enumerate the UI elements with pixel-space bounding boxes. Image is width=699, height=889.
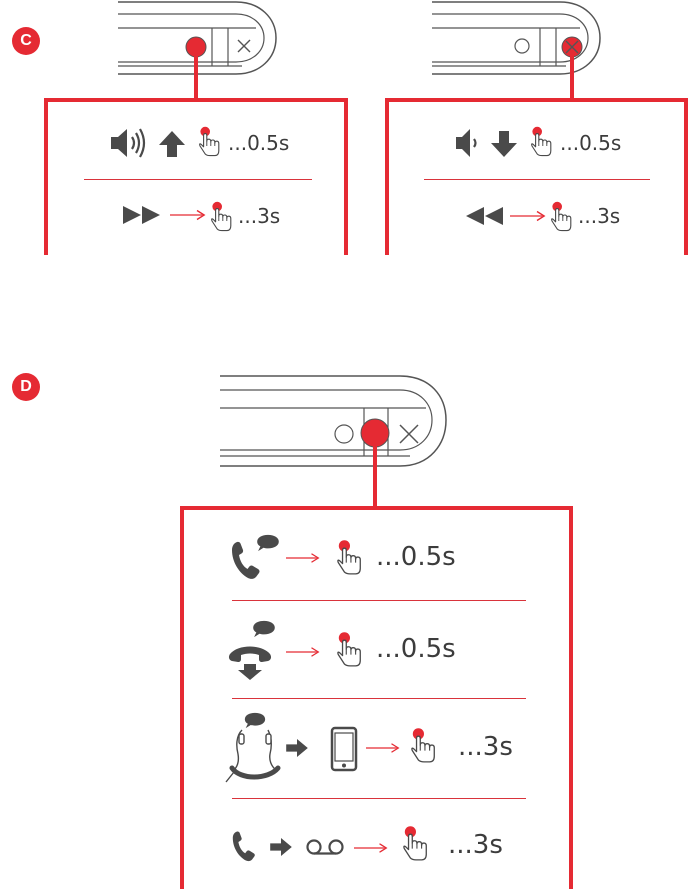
- callout-connector: [373, 444, 377, 508]
- row-divider: [424, 179, 650, 180]
- duration-label: ...0.5s: [376, 634, 456, 664]
- red-arrow-icon: [170, 209, 205, 221]
- hang-up-icon: [228, 620, 275, 680]
- gray-arrow-icon: [286, 739, 308, 757]
- red-arrow-icon: [510, 210, 545, 222]
- callout-box-top: [385, 98, 688, 102]
- gray-arrow-icon: [270, 838, 292, 856]
- duration-label: ...3s: [578, 204, 621, 228]
- red-arrow-icon: [286, 647, 320, 657]
- callout-connector: [570, 56, 574, 102]
- device-illustration-volume-up: [118, 1, 277, 75]
- callout-box-right: [569, 506, 573, 889]
- duration-label: ...3s: [458, 732, 513, 762]
- rewind-icon: [466, 207, 503, 225]
- press-hand-icon: [337, 631, 361, 667]
- volume-down-icon: [456, 129, 477, 157]
- duration-label: ...3s: [448, 830, 503, 860]
- phone-icon: [330, 726, 358, 772]
- neckband-headset-icon: [225, 712, 281, 783]
- callout-box-left: [44, 98, 48, 255]
- red-arrow-icon: [354, 843, 388, 853]
- press-hand-icon: [199, 126, 220, 157]
- incoming-call-icon: [232, 534, 279, 579]
- callout-box-right: [684, 98, 688, 255]
- red-arrow-icon: [366, 743, 400, 753]
- device-illustration-multifunction: [220, 375, 447, 467]
- row-divider: [232, 798, 526, 799]
- hold-hand-icon: [211, 201, 232, 232]
- device-illustration-volume-down: [432, 1, 601, 75]
- callout-connector: [194, 56, 198, 102]
- row-divider: [232, 600, 526, 601]
- callout-box-top: [44, 98, 348, 102]
- callout-box-right: [344, 98, 348, 255]
- arrow-up-icon: [159, 131, 185, 157]
- press-hand-icon: [337, 539, 361, 575]
- duration-label: ...0.5s: [376, 542, 456, 572]
- callout-box-left: [180, 506, 184, 889]
- section-d-badge: D: [12, 373, 40, 401]
- red-arrow-icon: [286, 553, 320, 563]
- volume-up-icon: [111, 128, 146, 158]
- row-divider: [84, 179, 312, 180]
- handset-icon: [232, 831, 255, 862]
- voicemail-icon: [306, 839, 344, 855]
- duration-label: ...0.5s: [228, 131, 290, 155]
- callout-box-left: [385, 98, 389, 255]
- callout-box-top: [180, 506, 573, 510]
- row-divider: [232, 698, 526, 699]
- fast-forward-icon: [123, 206, 160, 224]
- arrow-down-icon: [491, 131, 517, 157]
- hold-hand-icon: [551, 201, 572, 232]
- press-hand-icon: [531, 126, 552, 157]
- hold-hand-icon: [403, 825, 427, 861]
- hold-hand-icon: [411, 727, 435, 763]
- section-c-badge: C: [12, 27, 40, 55]
- duration-label: ...0.5s: [560, 131, 622, 155]
- duration-label: ...3s: [238, 204, 281, 228]
